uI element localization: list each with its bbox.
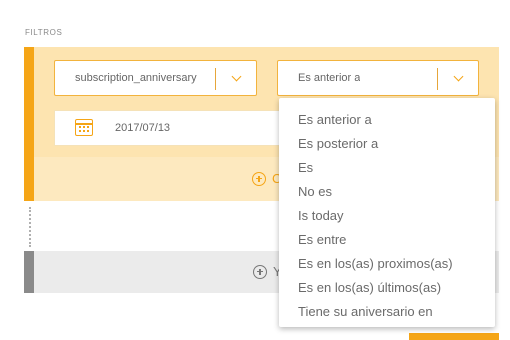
- add-condition-button[interactable]: C: [252, 171, 281, 186]
- calendar-icon[interactable]: [75, 119, 93, 136]
- dropdown-option[interactable]: Es entre: [279, 228, 495, 252]
- filter-editor: FILTROS subscription_anniversary Es ante…: [0, 0, 510, 340]
- field-select[interactable]: subscription_anniversary: [54, 60, 257, 96]
- select-divider: [437, 68, 438, 90]
- filters-heading: FILTROS: [25, 28, 63, 37]
- chevron-down-icon[interactable]: [453, 71, 464, 82]
- dropdown-option[interactable]: Es anterior a: [279, 108, 495, 132]
- dropdown-option[interactable]: Es en los(as) últimos(as): [279, 276, 495, 300]
- plus-circle-icon: [252, 171, 266, 186]
- save-button[interactable]: [409, 333, 499, 340]
- plus-circle-icon: [253, 264, 267, 279]
- date-input[interactable]: 2017/07/13: [54, 110, 284, 146]
- dropdown-option[interactable]: Es: [279, 156, 495, 180]
- operator-select-value: Es anterior a: [298, 72, 361, 84]
- operator-select[interactable]: Es anterior a: [277, 60, 479, 96]
- date-value: 2017/07/13: [115, 122, 171, 134]
- dropdown-option[interactable]: Tiene su aniversario en: [279, 300, 495, 324]
- group-connector-line: [29, 207, 31, 247]
- new-group-accent-bar: [24, 251, 34, 293]
- select-divider: [215, 68, 216, 90]
- condition-group-accent-bar: [24, 47, 34, 201]
- dropdown-option[interactable]: No es: [279, 180, 495, 204]
- dropdown-option[interactable]: Es en los(as) proximos(as): [279, 252, 495, 276]
- chevron-down-icon[interactable]: [231, 71, 242, 82]
- dropdown-option[interactable]: Es posterior a: [279, 132, 495, 156]
- dropdown-option[interactable]: Is today: [279, 204, 495, 228]
- add-group-button[interactable]: Y: [253, 264, 282, 279]
- field-select-value: subscription_anniversary: [75, 72, 197, 84]
- operator-dropdown-menu: Es anterior a Es posterior a Es No es Is…: [279, 98, 495, 327]
